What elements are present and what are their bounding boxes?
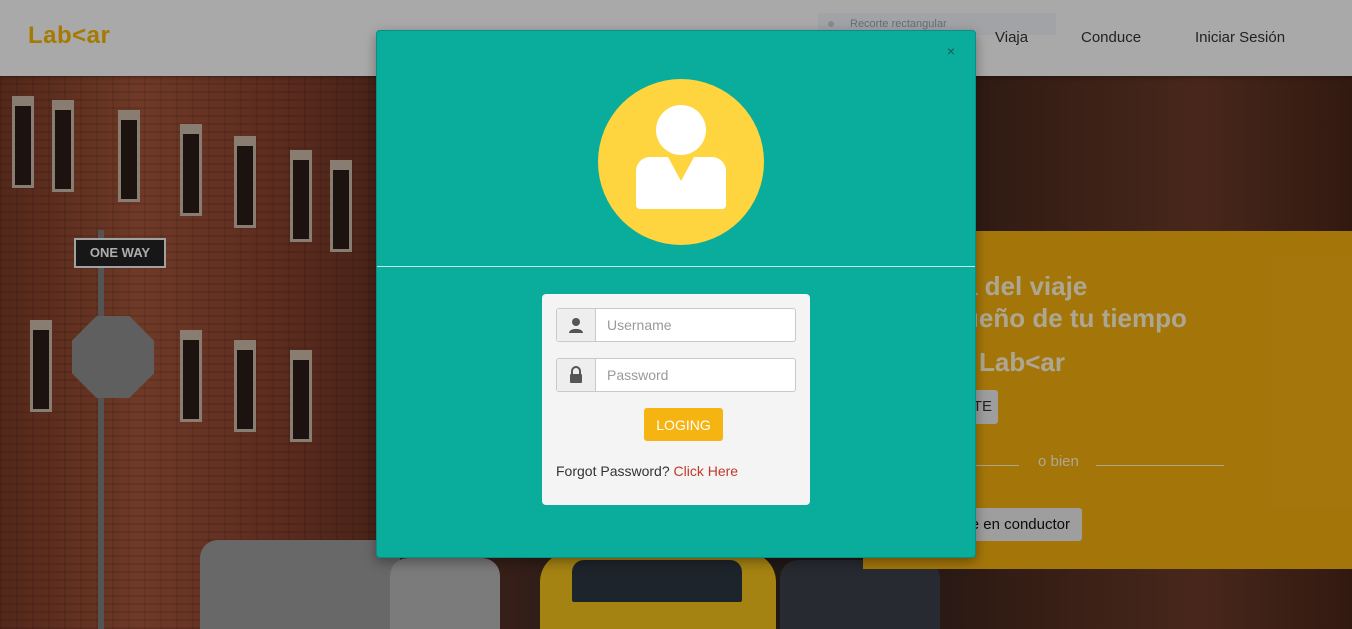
forgot-password-link[interactable]: Click Here xyxy=(674,463,739,479)
forgot-password-text: Forgot Password? xyxy=(556,463,670,479)
login-modal: × LOGING F xyxy=(376,30,976,558)
login-button[interactable]: LOGING xyxy=(644,408,723,441)
user-avatar-icon xyxy=(598,79,764,245)
forgot-password-row: Forgot Password? Click Here xyxy=(556,463,738,479)
login-form: LOGING Forgot Password? Click Here xyxy=(542,294,810,505)
avatar-head xyxy=(656,105,706,155)
password-input[interactable] xyxy=(597,359,793,391)
password-group xyxy=(556,358,796,392)
lock-icon xyxy=(557,359,596,391)
modal-divider xyxy=(377,266,975,267)
user-icon xyxy=(557,309,596,341)
username-group xyxy=(556,308,796,342)
close-icon[interactable]: × xyxy=(947,43,955,59)
username-input[interactable] xyxy=(597,309,793,341)
